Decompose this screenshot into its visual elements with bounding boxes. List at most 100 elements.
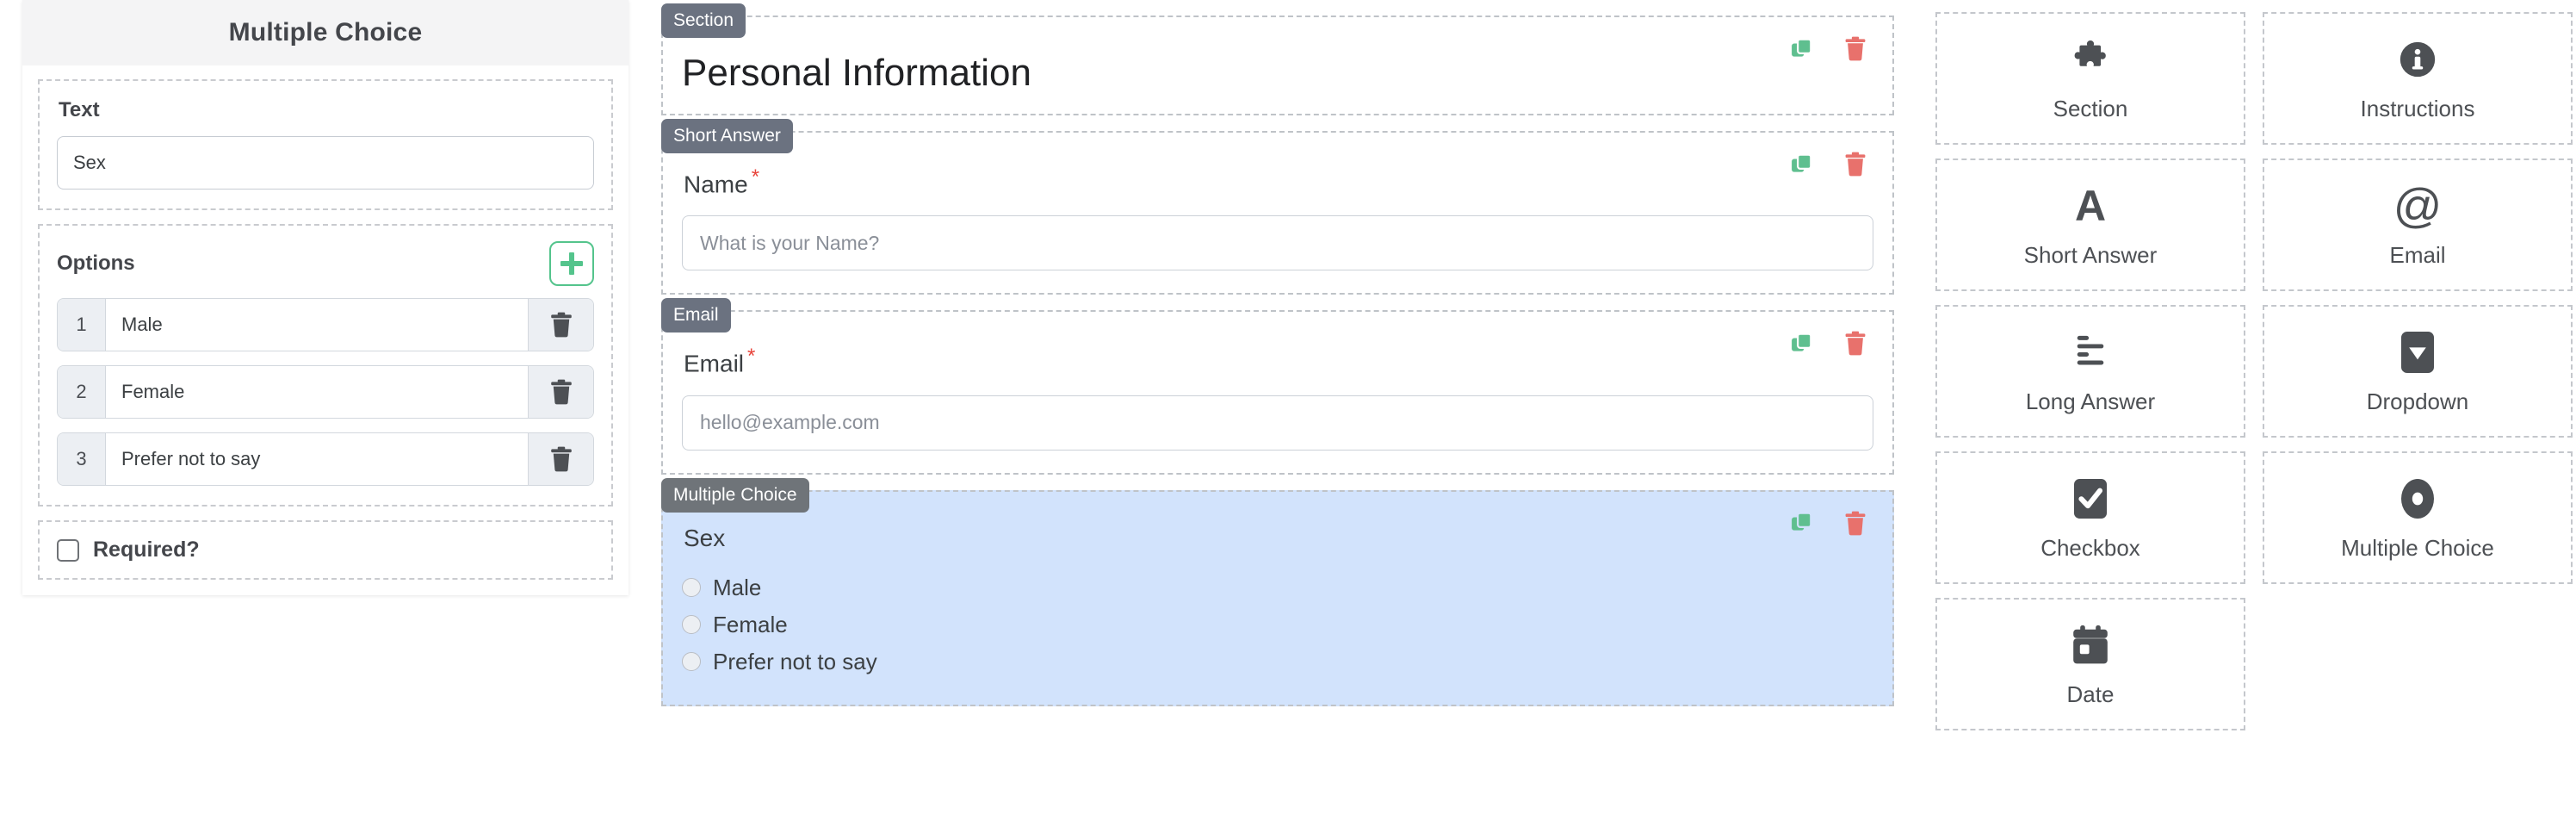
required-checkbox[interactable]	[57, 538, 79, 562]
duplicate-card-button[interactable]	[1791, 153, 1813, 176]
question-label: Sex	[684, 525, 1873, 552]
delete-card-button[interactable]	[1844, 36, 1867, 61]
duplicate-card-button[interactable]	[1791, 332, 1813, 355]
options-property-label: Options	[57, 252, 135, 275]
trash-icon	[1845, 36, 1866, 61]
copy-icon	[1792, 512, 1812, 531]
calendar-icon	[2072, 621, 2108, 669]
card-actions	[1791, 152, 1867, 177]
palette-tile-multiple-choice[interactable]: Multiple Choice	[2263, 451, 2573, 584]
delete-option-button[interactable]	[528, 433, 593, 485]
delete-card-button[interactable]	[1844, 331, 1867, 356]
palette-tile-label: Checkbox	[2040, 534, 2140, 561]
email-input[interactable]: hello@example.com	[682, 395, 1873, 451]
palette-tile-label: Multiple Choice	[2341, 534, 2494, 561]
radio-button-icon[interactable]	[682, 652, 701, 672]
letter-a-icon: A	[2074, 181, 2107, 230]
plus-icon	[560, 252, 583, 275]
question-label-text: Name	[684, 171, 748, 198]
delete-card-button[interactable]	[1844, 152, 1867, 177]
choice-label: Male	[713, 574, 762, 600]
radio-button-icon[interactable]	[682, 615, 701, 635]
properties-panel-title: Multiple Choice	[22, 0, 629, 65]
choice-list: Male Female Prefer not to say	[682, 575, 1873, 675]
checkbox-checked-icon	[2074, 475, 2107, 523]
dropdown-caret-icon	[2401, 328, 2434, 376]
palette-tile-long-answer[interactable]: Long Answer	[1935, 305, 2245, 438]
option-row: 1 Male	[57, 298, 594, 351]
trash-icon	[1845, 511, 1866, 536]
palette-tile-label: Email	[2389, 241, 2446, 268]
delete-option-button[interactable]	[528, 299, 593, 351]
puzzle-piece-icon	[2070, 35, 2111, 84]
radio-button-icon[interactable]	[682, 578, 701, 598]
trash-icon	[550, 446, 572, 472]
palette-tile-label: Section	[2053, 95, 2128, 121]
form-card-short-answer[interactable]: Short Answer Name * What is your Name?	[661, 119, 1894, 295]
option-value-input[interactable]: Female	[106, 366, 528, 418]
card-type-badge: Multiple Choice	[661, 477, 809, 513]
card-type-badge: Section	[661, 3, 746, 38]
question-text-input[interactable]: Sex	[57, 136, 594, 190]
required-label: Required?	[93, 538, 200, 562]
palette-tile-label: Long Answer	[2025, 388, 2156, 414]
text-property-group: Text Sex	[38, 79, 613, 210]
delete-option-button[interactable]	[528, 366, 593, 418]
question-label: Email *	[684, 345, 1873, 377]
widget-palette: Section Instructions A Short Answer @ Em…	[1935, 12, 2576, 730]
card-actions	[1791, 331, 1867, 356]
options-property-group: Options 1 Male 2 Female 3 Prefer not to …	[38, 224, 613, 507]
palette-tile-label: Dropdown	[2366, 388, 2469, 414]
copy-icon	[1792, 38, 1812, 57]
question-label-text: Email	[684, 350, 745, 377]
properties-panel: Multiple Choice Text Sex Options 1 Male	[22, 0, 629, 595]
option-value-input[interactable]: Prefer not to say	[106, 433, 528, 485]
palette-tile-short-answer[interactable]: A Short Answer	[1935, 158, 2245, 291]
add-option-button[interactable]	[549, 241, 594, 286]
palette-tile-label: Short Answer	[2023, 241, 2158, 268]
short-answer-input[interactable]: What is your Name?	[682, 215, 1873, 271]
duplicate-card-button[interactable]	[1791, 38, 1813, 60]
section-title: Personal Information	[682, 52, 1031, 94]
text-lines-icon	[2071, 328, 2110, 376]
palette-tile-dropdown[interactable]: Dropdown	[2263, 305, 2573, 438]
option-row: 3 Prefer not to say	[57, 432, 594, 486]
question-label: Name *	[684, 165, 1873, 198]
at-sign-icon: @	[2393, 177, 2443, 233]
option-number: 2	[58, 366, 106, 418]
question-label-text: Sex	[684, 524, 726, 551]
choice-item[interactable]: Male	[682, 575, 1873, 601]
form-card-multiple-choice[interactable]: Multiple Choice Sex Male Female Prefer n…	[661, 477, 1894, 706]
options-header: Options	[57, 241, 594, 286]
palette-tile-label: Date	[2066, 681, 2115, 707]
required-asterisk: *	[747, 345, 756, 369]
choice-label: Female	[713, 611, 788, 637]
palette-tile-email[interactable]: @ Email	[2263, 158, 2573, 291]
palette-tile-label: Instructions	[2360, 95, 2475, 121]
palette-tile-checkbox[interactable]: Checkbox	[1935, 451, 2245, 584]
text-property-label: Text	[59, 98, 100, 121]
choice-item[interactable]: Prefer not to say	[682, 649, 1873, 675]
palette-tile-section[interactable]: Section	[1935, 12, 2245, 145]
form-card-email[interactable]: Email Email * hello@example.com	[661, 298, 1894, 475]
choice-label: Prefer not to say	[713, 648, 877, 674]
duplicate-card-button[interactable]	[1791, 512, 1813, 534]
choice-item[interactable]: Female	[682, 612, 1873, 638]
card-type-badge: Email	[661, 298, 731, 333]
option-value-input[interactable]: Male	[106, 299, 528, 351]
trash-icon	[1845, 331, 1866, 356]
trash-icon	[1845, 152, 1866, 177]
trash-icon	[550, 379, 572, 405]
info-circle-icon	[2399, 35, 2437, 84]
palette-tile-instructions[interactable]: Instructions	[2263, 12, 2573, 145]
form-card-section[interactable]: Section Personal Information	[661, 3, 1894, 115]
option-row: 2 Female	[57, 365, 594, 419]
card-actions	[1791, 36, 1867, 61]
trash-icon	[550, 312, 572, 338]
copy-icon	[1792, 153, 1812, 172]
form-canvas: Section Personal Information Short Answe…	[661, 0, 1894, 722]
option-number: 1	[58, 299, 106, 351]
card-type-badge: Short Answer	[661, 119, 793, 153]
palette-tile-date[interactable]: Date	[1935, 598, 2245, 730]
delete-card-button[interactable]	[1844, 511, 1867, 536]
